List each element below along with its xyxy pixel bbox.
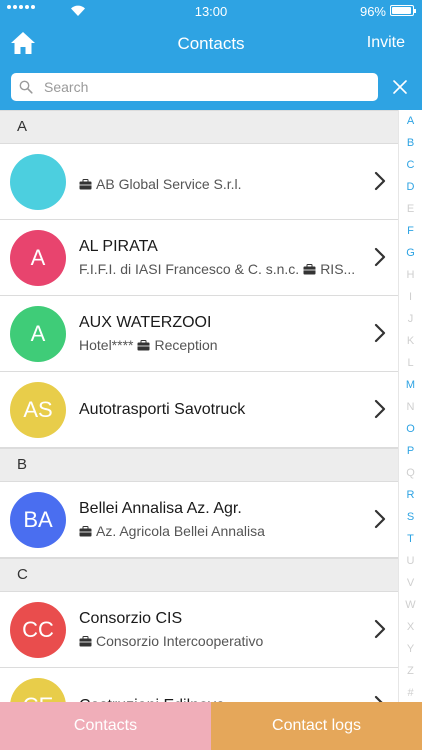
chevron-right-icon bbox=[374, 509, 386, 529]
contact-subtitle-part: AB Global Service S.r.l. bbox=[96, 176, 242, 192]
index-letter[interactable]: P bbox=[399, 440, 422, 462]
index-letter[interactable]: B bbox=[399, 132, 422, 154]
contact-subtitle-part: Hotel**** bbox=[79, 337, 134, 353]
contact-row[interactable]: CE Costruzioni Edilnova bbox=[0, 668, 398, 702]
index-letter[interactable]: H bbox=[399, 264, 422, 286]
contact-name: Autotrasporti Savotruck bbox=[79, 400, 246, 418]
contact-row[interactable]: A AUX WATERZOOI Hotel**** Reception bbox=[0, 296, 398, 372]
chevron-right-icon bbox=[374, 695, 383, 702]
avatar: AS bbox=[10, 382, 66, 438]
briefcase-icon bbox=[79, 525, 92, 536]
section-header: A bbox=[0, 110, 398, 144]
index-letter[interactable]: E bbox=[399, 198, 422, 220]
search-icon bbox=[19, 80, 33, 94]
contact-subtitle: F.I.F.I. di IASI Francesco & C. s.n.c. RI… bbox=[79, 261, 369, 277]
index-letter[interactable]: # bbox=[399, 682, 422, 704]
index-letter[interactable]: S bbox=[399, 506, 422, 528]
index-letter[interactable]: T bbox=[399, 528, 422, 550]
index-letter[interactable]: N bbox=[399, 396, 422, 418]
contact-text: Bellei Annalisa Az. Agr. Az. Agricola Bel… bbox=[79, 482, 369, 557]
index-letter[interactable]: I bbox=[399, 286, 422, 308]
battery-percent: 96% bbox=[359, 4, 386, 19]
contact-text: Autotrasporti Savotruck bbox=[79, 372, 369, 447]
contact-text: Costruzioni Edilnova bbox=[79, 668, 369, 703]
index-letter[interactable]: M bbox=[399, 374, 422, 396]
chevron-right-icon bbox=[374, 619, 386, 639]
index-letter[interactable]: Z bbox=[399, 660, 422, 682]
contact-subtitle-part: Az. Agricola Bellei Annalisa bbox=[96, 523, 265, 539]
search-input[interactable] bbox=[44, 73, 364, 101]
index-letter[interactable]: C bbox=[399, 154, 422, 176]
contact-row[interactable]: CC Consorzio CIS Consorzio Intercooperativ… bbox=[0, 592, 398, 668]
index-letter[interactable]: W bbox=[399, 594, 422, 616]
index-letter[interactable]: D bbox=[399, 176, 422, 198]
close-icon[interactable] bbox=[392, 79, 408, 95]
section-header: C bbox=[0, 558, 398, 592]
index-letter[interactable]: J bbox=[399, 308, 422, 330]
contact-subtitle: Az. Agricola Bellei Annalisa bbox=[79, 523, 369, 539]
index-letter[interactable]: G bbox=[399, 242, 422, 264]
contact-subtitle-part: Reception bbox=[154, 337, 218, 353]
avatar: CE bbox=[10, 678, 66, 702]
contact-subtitle: Consorzio Intercooperativo bbox=[79, 633, 369, 649]
tab-contacts[interactable]: Contacts bbox=[0, 702, 211, 750]
status-bar: 13:00 96% bbox=[0, 0, 422, 22]
status-time: 13:00 bbox=[194, 4, 228, 19]
section-header: B bbox=[0, 448, 398, 482]
tab-contact-logs[interactable]: Contact logs bbox=[211, 702, 422, 750]
index-letter[interactable]: Q bbox=[399, 462, 422, 484]
briefcase-icon bbox=[79, 635, 92, 646]
chevron-right-icon bbox=[374, 323, 386, 343]
chevron-right-icon bbox=[374, 171, 386, 191]
briefcase-icon bbox=[79, 178, 92, 189]
contact-text: Consorzio CIS Consorzio Intercooperativo bbox=[79, 592, 369, 667]
contact-subtitle-part: RIS... bbox=[320, 261, 356, 277]
index-letter[interactable]: R bbox=[399, 484, 422, 506]
bottom-tab-bar: Contacts Contact logs bbox=[0, 702, 422, 750]
briefcase-icon bbox=[303, 263, 316, 274]
contact-name: AUX WATERZOOI bbox=[79, 314, 212, 331]
index-letter[interactable]: K bbox=[399, 330, 422, 352]
page-title: Contacts bbox=[177, 34, 245, 53]
contact-subtitle-part: F.I.F.I. di IASI Francesco & C. s.n.c. bbox=[79, 261, 300, 277]
index-letter[interactable]: X bbox=[399, 616, 422, 638]
index-letter[interactable]: O bbox=[399, 418, 422, 440]
contact-row[interactable]: BA Bellei Annalisa Az. Agr. Az. Agricola B… bbox=[0, 482, 398, 558]
alphabet-index[interactable]: A B C D E F G H I J K L M N O P Q R S T U V W X Y Z # bbox=[398, 110, 422, 702]
avatar: A bbox=[10, 230, 66, 286]
avatar: A bbox=[10, 306, 66, 362]
contact-row[interactable]: AS Autotrasporti Savotruck bbox=[0, 372, 398, 448]
invite-button[interactable]: Invite bbox=[367, 34, 405, 52]
contact-row[interactable]: A AL PIRATA F.I.F.I. di IASI Francesco & C… bbox=[0, 220, 398, 296]
header: 13:00 96% Contacts Invite bbox=[0, 0, 422, 110]
contact-subtitle-part: Consorzio Intercooperativo bbox=[96, 633, 264, 649]
contact-text: AL PIRATA F.I.F.I. di IASI Francesco & C.… bbox=[79, 220, 369, 295]
chevron-right-icon bbox=[374, 247, 386, 267]
avatar: BA bbox=[10, 492, 66, 548]
index-letter[interactable]: U bbox=[399, 550, 422, 572]
index-letter[interactable]: V bbox=[399, 572, 422, 594]
contact-subtitle: AB Global Service S.r.l. bbox=[79, 176, 369, 192]
index-letter[interactable]: L bbox=[399, 352, 422, 374]
index-letter[interactable]: Y bbox=[399, 638, 422, 660]
contact-row[interactable]: AB Global Service S.r.l. bbox=[0, 144, 398, 220]
index-letter[interactable]: F bbox=[399, 220, 422, 242]
app-root: 13:00 96% Contacts Invite A AB Global Ser… bbox=[0, 0, 422, 750]
contact-list[interactable]: A AB Global Service S.r.l. A AL PIRATA F.I.F… bbox=[0, 110, 398, 702]
battery-icon bbox=[390, 5, 416, 16]
avatar bbox=[10, 154, 66, 210]
nav-bar: Contacts Invite bbox=[0, 22, 422, 66]
contact-text: AUX WATERZOOI Hotel**** Reception bbox=[79, 296, 369, 371]
briefcase-icon bbox=[137, 339, 150, 350]
avatar: CC bbox=[10, 602, 66, 658]
search-bar bbox=[11, 73, 378, 101]
contact-text: AB Global Service S.r.l. bbox=[79, 144, 369, 219]
contact-name: AL PIRATA bbox=[79, 238, 158, 255]
contact-name: Consorzio CIS bbox=[79, 610, 183, 627]
contact-name: Bellei Annalisa Az. Agr. bbox=[79, 500, 242, 517]
index-letter[interactable]: A bbox=[399, 110, 422, 132]
chevron-right-icon bbox=[374, 399, 386, 419]
contact-subtitle: Hotel**** Reception bbox=[79, 337, 369, 353]
